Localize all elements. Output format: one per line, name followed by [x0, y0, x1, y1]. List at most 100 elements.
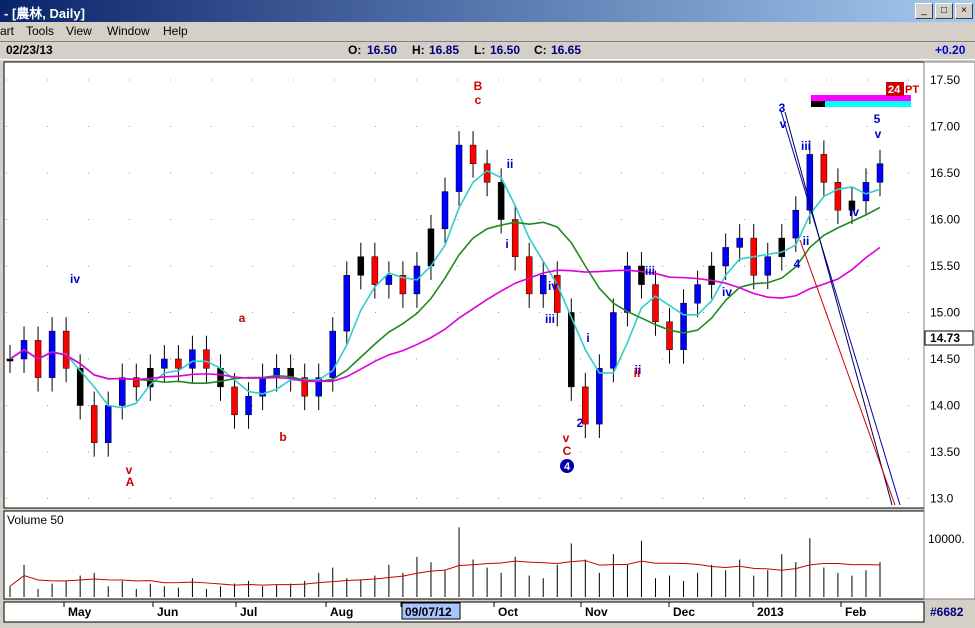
last-price-label: 14.73: [930, 331, 960, 345]
candle-body: [231, 386, 238, 416]
wave-label: iv: [70, 272, 80, 286]
wave-label: 3: [779, 101, 786, 115]
candle-body: [175, 358, 182, 369]
volume-title: Volume 50: [7, 513, 64, 527]
wave-label: c: [475, 93, 482, 107]
candle-body: [596, 368, 603, 425]
wave-label: ii: [634, 366, 641, 380]
wave-label: 5: [874, 112, 881, 126]
time-label: 09/07/12: [405, 605, 452, 619]
candle-body: [497, 182, 505, 220]
candle-body: [778, 237, 786, 257]
candle-body: [161, 358, 168, 369]
wave-label: v: [875, 127, 882, 141]
indicator-bar: [811, 95, 911, 102]
wave-label: a: [239, 311, 246, 325]
bar-count-label: #6682: [930, 605, 964, 619]
candle-body: [203, 349, 210, 369]
wave-circle-label: 4: [564, 461, 571, 473]
candle-body: [834, 182, 842, 211]
candle-body: [624, 265, 631, 313]
wave-label: iii: [645, 264, 655, 278]
candle-body: [189, 349, 196, 369]
time-label: May: [68, 605, 92, 619]
candle-body: [610, 312, 617, 369]
candle-body: [104, 405, 112, 443]
candle-body: [90, 405, 98, 443]
wave-label: 4: [794, 257, 801, 271]
candle-body: [371, 256, 379, 285]
candle-body: [441, 191, 449, 230]
stock-chart[interactable]: 17.50 17.00 16.50 16.00 15.50 15.00 14.50 14.00…: [0, 0, 975, 628]
volume-tick-label: 10000.: [928, 532, 965, 546]
candle-body: [792, 209, 800, 239]
candle-body: [469, 144, 477, 164]
candle-body: [6, 358, 14, 362]
candle-body: [48, 330, 56, 378]
wave-label: ii: [803, 234, 810, 248]
price-tick-label: 13.0: [930, 492, 954, 506]
wave-label: iv: [548, 279, 558, 293]
candle-body: [525, 256, 533, 295]
wave-label: A: [126, 475, 135, 489]
wave-label: 2: [577, 416, 584, 430]
wave-label: v: [780, 117, 787, 131]
candle-body: [862, 182, 870, 202]
candle-body: [343, 275, 351, 332]
candle-body: [62, 330, 70, 369]
price-tick-label: 15.50: [930, 259, 960, 273]
price-tick-label: 17.50: [930, 73, 960, 87]
time-label: Aug: [330, 605, 353, 619]
candle-body: [680, 302, 687, 350]
wave-label: iv: [722, 285, 732, 299]
indicator-bar: [811, 101, 911, 107]
price-tick-label: 14.50: [930, 352, 960, 366]
wave-label: iii: [801, 139, 811, 153]
price-tick-label: 13.50: [930, 445, 960, 459]
candle-body: [427, 228, 435, 267]
time-label: Jun: [157, 605, 178, 619]
wave-label: b: [279, 430, 286, 444]
candle-body: [245, 395, 252, 416]
time-label: Nov: [585, 605, 608, 619]
candle-body: [638, 265, 645, 285]
candle-body: [694, 284, 701, 304]
candle-body: [820, 154, 828, 183]
price-tick-label: 16.00: [930, 213, 960, 227]
candle-body: [722, 247, 729, 267]
badge-suffix: PT: [905, 84, 919, 96]
wave-label: iii: [545, 312, 555, 326]
badge-label: 24: [888, 84, 901, 96]
candle-body: [539, 275, 547, 295]
price-tick-label: 14.00: [930, 399, 960, 413]
candle-body: [666, 321, 673, 350]
candle-body: [357, 256, 365, 276]
candle-body: [217, 368, 224, 388]
candle-body: [736, 237, 743, 248]
time-axis: [3, 601, 925, 623]
wave-label: B: [474, 79, 483, 93]
candle-body: [708, 265, 715, 285]
candle-body: [385, 275, 393, 285]
candle-body: [455, 144, 463, 192]
volume-panel: [3, 510, 925, 600]
indicator-bar: [811, 101, 825, 107]
wave-label: C: [563, 444, 572, 458]
time-label: Feb: [845, 605, 866, 619]
price-tick-label: 16.50: [930, 166, 960, 180]
time-label: 2013: [757, 605, 784, 619]
price-tick-label: 17.00: [930, 120, 960, 134]
wave-label: v: [563, 431, 570, 445]
candle-body: [652, 284, 659, 323]
candle-body: [511, 219, 519, 257]
wave-label: iv: [849, 205, 859, 219]
time-label: Dec: [673, 605, 695, 619]
time-label: Jul: [240, 605, 257, 619]
price-tick-label: 15.00: [930, 306, 960, 320]
candle-body: [764, 256, 771, 276]
time-label: Oct: [498, 605, 518, 619]
wave-label: i: [505, 237, 508, 251]
wave-label: i: [586, 331, 589, 345]
candle-body: [876, 163, 884, 183]
candle-body: [119, 377, 126, 406]
